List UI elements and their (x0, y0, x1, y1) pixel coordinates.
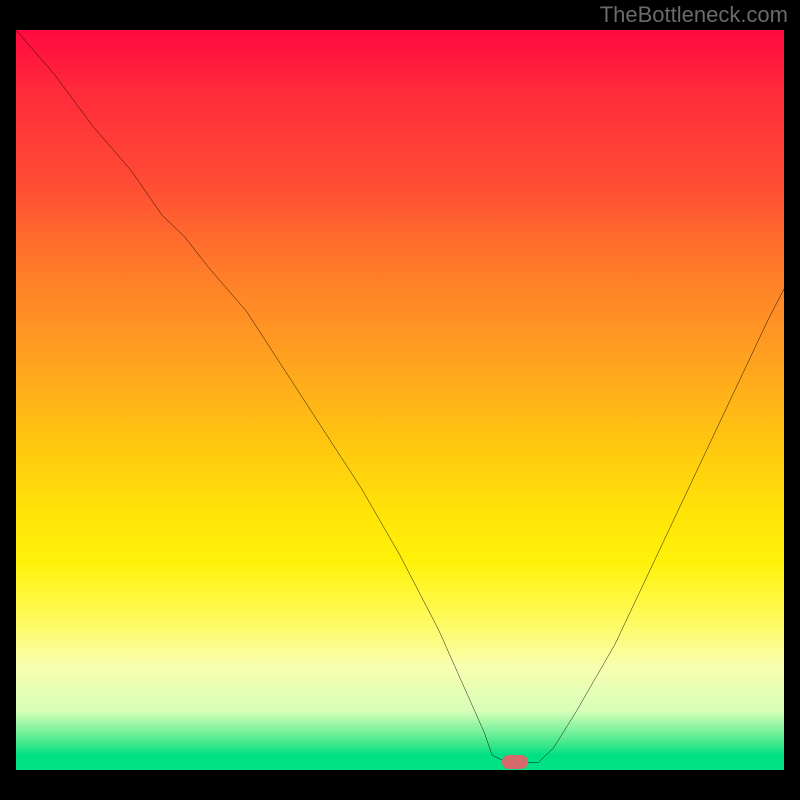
chart-frame (16, 30, 784, 770)
attribution-text: TheBottleneck.com (600, 2, 788, 28)
bottleneck-curve-path (16, 30, 784, 763)
plot-area (16, 30, 784, 770)
optimal-point-marker (502, 755, 528, 769)
bottleneck-curve (16, 30, 784, 770)
